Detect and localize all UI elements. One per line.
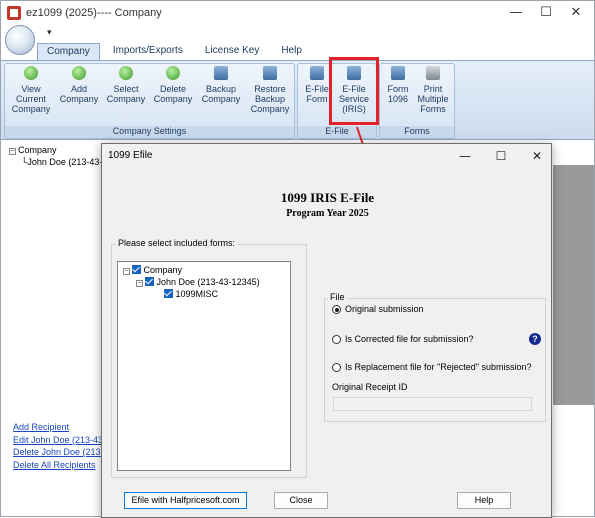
replacement-file-radio[interactable] (332, 363, 341, 372)
window-title: ez1099 (2025)---- Company (26, 7, 162, 19)
dialog-title: 1099 Efile (108, 150, 153, 161)
forms-tree: − Company − John Doe (213-43-12345) 1099… (117, 261, 291, 471)
dialog-heading: 1099 IRIS E-File (280, 190, 375, 205)
green-circle-icon (119, 66, 133, 80)
original-receipt-id-input[interactable] (333, 397, 532, 411)
tree-node-recipient[interactable]: − John Doe (213-43-12345) (136, 277, 260, 287)
application-menu-button[interactable] (5, 25, 35, 55)
recipient-checkbox[interactable] (145, 277, 154, 286)
dialog-minimize-icon[interactable]: — (450, 146, 480, 166)
corrected-file-radio[interactable] (332, 335, 341, 344)
company-checkbox[interactable] (132, 265, 141, 274)
delete-company-button[interactable]: Delete Company (153, 66, 193, 104)
tab-imports-exports[interactable]: Imports/Exports (104, 43, 192, 61)
print-multiple-forms-button[interactable]: Print Multiple Forms (414, 66, 452, 114)
select-company-button[interactable]: Select Company (106, 66, 146, 104)
quick-access-dropdown-icon[interactable]: ▾ (47, 27, 52, 38)
floppy-disk-icon (263, 66, 277, 80)
form-arrow-icon (391, 66, 405, 80)
app-logo-icon (7, 6, 21, 20)
tab-help[interactable]: Help (272, 43, 311, 61)
backup-company-button[interactable]: Backup Company (200, 66, 242, 104)
close-icon[interactable]: ✕ (561, 3, 591, 23)
highlight-box (329, 57, 379, 125)
collapse-icon[interactable]: − (9, 148, 16, 155)
floppy-disk-icon (214, 66, 228, 80)
dialog-close-icon[interactable]: ✕ (522, 146, 552, 166)
form-1096-button[interactable]: Form 1096 (384, 66, 412, 104)
original-submission-radio[interactable] (332, 305, 341, 314)
main-window: ez1099 (2025)---- Company — ☐ ✕ ▾ Compan… (0, 0, 595, 518)
tree-node-1099misc[interactable]: 1099MISC (164, 289, 218, 299)
ribbon-tabs: Company Imports/Exports License Key Help (37, 43, 315, 61)
tab-company[interactable]: Company (37, 43, 100, 61)
file-group-label: File (328, 292, 347, 302)
title-bar: ez1099 (2025)---- Company — ☐ ✕ (1, 1, 594, 25)
view-current-company-button[interactable]: View Current Company (11, 66, 51, 114)
efile-button[interactable]: Efile with Halfpricesoft.com (124, 492, 247, 509)
efile-form-button[interactable]: E-File Form (302, 66, 332, 104)
original-submission-label: Original submission (345, 304, 424, 314)
1099misc-checkbox[interactable] (164, 289, 173, 298)
company-settings-group: View Current Company Add Company Select … (4, 63, 295, 139)
help-icon[interactable]: ? (529, 333, 541, 345)
maximize-icon[interactable]: ☐ (531, 3, 561, 23)
collapse-icon[interactable]: − (123, 268, 130, 275)
close-button[interactable]: Close (274, 492, 328, 509)
efile-form-icon (310, 66, 324, 80)
background-panel (553, 165, 594, 405)
help-button[interactable]: Help (457, 492, 511, 509)
corrected-file-label: Is Corrected file for submission? (345, 334, 474, 344)
forms-group-label: Please select included forms: (116, 238, 238, 248)
ribbon: View Current Company Add Company Select … (1, 60, 594, 140)
green-circle-icon (24, 66, 38, 80)
tab-license-key[interactable]: License Key (196, 43, 268, 61)
add-company-button[interactable]: Add Company (59, 66, 99, 104)
printer-icon (426, 66, 440, 80)
dialog-maximize-icon[interactable]: ☐ (486, 146, 516, 166)
restore-backup-company-button[interactable]: Restore Backup Company (248, 66, 292, 114)
minimize-icon[interactable]: — (501, 3, 531, 23)
original-receipt-id-label: Original Receipt ID (332, 382, 408, 392)
green-circle-minus-icon (166, 66, 180, 80)
efile-dialog: 1099 Efile — ☐ ✕ 1099 IRIS E-File Progra… (101, 143, 552, 518)
tree-item-recipient[interactable]: └John Doe (213-43- (21, 157, 102, 167)
collapse-icon[interactable]: − (136, 280, 143, 287)
tree-item-company[interactable]: − Company (9, 145, 57, 155)
tree-node-company[interactable]: − Company (123, 265, 182, 275)
company-settings-label: Company Settings (5, 126, 294, 138)
replacement-file-label: Is Replacement file for "Rejected" submi… (345, 362, 532, 372)
green-circle-plus-icon (72, 66, 86, 80)
program-year: Program Year 2025 (286, 208, 369, 219)
